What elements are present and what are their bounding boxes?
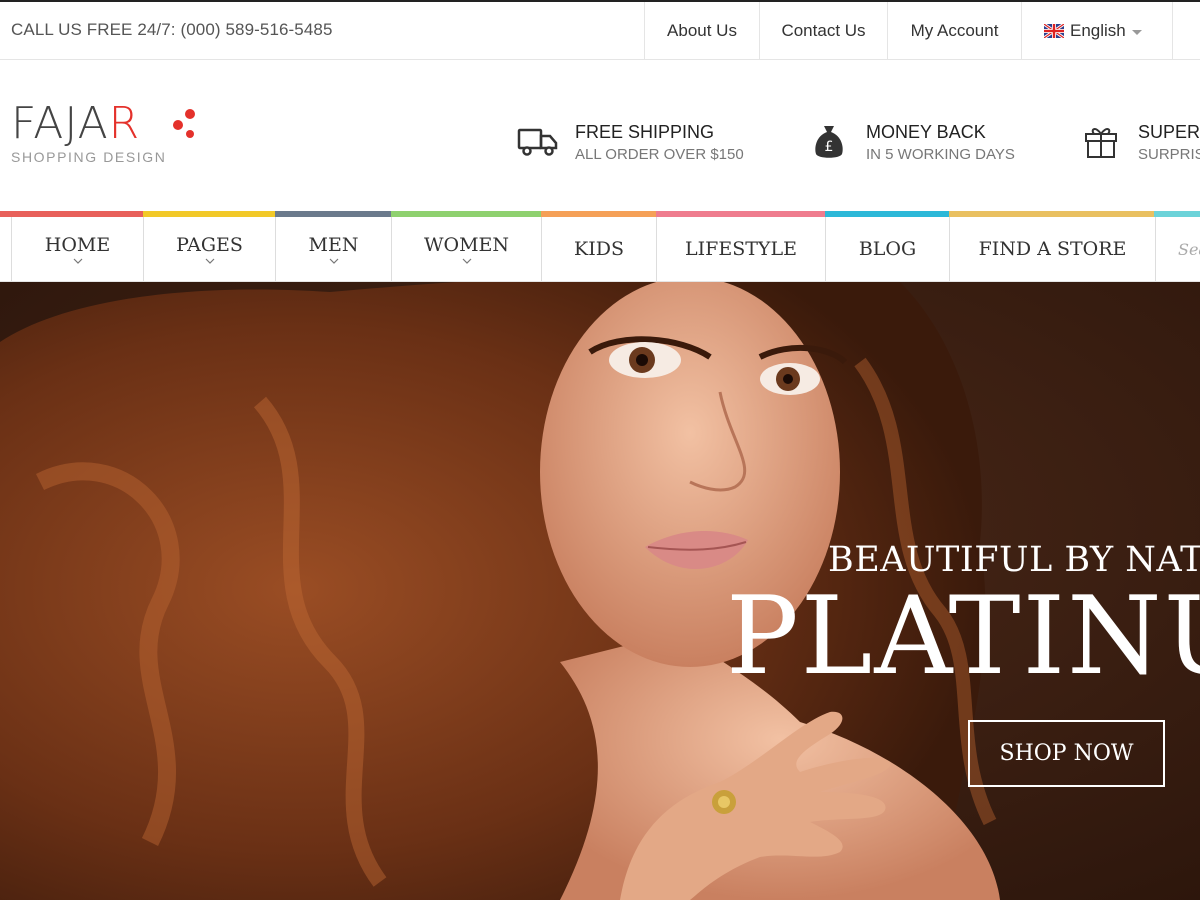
nav-item-lifestyle[interactable]: LIFESTYLE [656, 217, 825, 281]
nav-item-women[interactable]: WOMEN [391, 217, 541, 281]
language-selector[interactable]: English [1021, 2, 1173, 60]
nav-item-label: FIND A STORE [978, 238, 1127, 260]
site-header: FAJAR SHOPPING DESIGN FREE SHIPPING ALL … [0, 60, 1200, 211]
feature-title: FREE SHIPPING [575, 122, 715, 142]
shop-now-button[interactable]: SHOP NOW [968, 720, 1165, 787]
about-us-link[interactable]: About Us [644, 2, 759, 60]
logo-wordmark: FAJAR [11, 98, 141, 149]
nav-item-pages[interactable]: PAGES [143, 217, 275, 281]
nav-item-men[interactable]: MEN [275, 217, 391, 281]
nav-item-blog[interactable]: BLOG [825, 217, 949, 281]
feature-subtitle: ALL ORDER OVER $150 [575, 146, 744, 163]
logo-dots-icon [173, 109, 195, 138]
nav-item-find-a-store[interactable]: FIND A STORE [949, 217, 1155, 281]
nav-item-label: KIDS [574, 238, 624, 260]
feature-title: MONEY BACK [866, 122, 986, 142]
nav-item-home[interactable]: HOME [11, 217, 143, 281]
logo-tagline: SHOPPING DESIGN [11, 149, 167, 165]
call-us-text: CALL US FREE 24/7: (000) 589-516-5485 [11, 20, 333, 39]
feature-money-back: £ MONEY BACK IN 5 WORKING DAYS [808, 120, 1015, 166]
chevron-down-icon [73, 258, 82, 264]
nav-item-kids[interactable]: KIDS [541, 217, 656, 281]
chevron-down-icon [329, 258, 338, 264]
site-logo[interactable]: FAJAR SHOPPING DESIGN [11, 98, 195, 165]
svg-text:£: £ [825, 139, 834, 155]
gift-icon [1085, 128, 1117, 158]
nav-item-label: BLOG [858, 238, 917, 260]
language-label: English [1070, 21, 1126, 40]
money-bag-icon: £ [815, 126, 843, 158]
truck-icon [517, 128, 558, 156]
nav-item-label: HOME [44, 234, 111, 256]
search-input[interactable]: Sea [1155, 217, 1200, 281]
nav-item-label: WOMEN [423, 234, 510, 256]
feature-free-shipping: FREE SHIPPING ALL ORDER OVER $150 [517, 120, 744, 166]
chevron-down-icon [205, 258, 214, 264]
nav-item-label: MEN [308, 234, 359, 256]
contact-us-link[interactable]: Contact Us [759, 2, 887, 60]
hero-headline: PLATINUM [726, 574, 1200, 699]
top-links: About Us Contact Us My Account English [644, 2, 1173, 60]
uk-flag-icon [1044, 24, 1064, 38]
nav-item-label: PAGES [176, 234, 243, 256]
feature-title: SUPERB [1138, 122, 1200, 142]
top-bar: CALL US FREE 24/7: (000) 589-516-5485 Ab… [0, 0, 1200, 60]
my-account-link[interactable]: My Account [887, 2, 1021, 60]
hero-banner: BEAUTIFUL BY NATURE PLATINUM SHOP NOW [0, 282, 1200, 900]
feature-surprise: SUPERB SURPRISE [1080, 120, 1200, 166]
main-nav: HOME PAGES MEN WOMEN KIDS LIFESTYLE BLOG… [0, 217, 1200, 282]
feature-subtitle: SURPRISE [1138, 146, 1200, 163]
caret-down-icon [1131, 30, 1142, 35]
feature-subtitle: IN 5 WORKING DAYS [866, 146, 1015, 163]
chevron-down-icon [462, 258, 471, 264]
nav-item-label: LIFESTYLE [685, 238, 797, 260]
